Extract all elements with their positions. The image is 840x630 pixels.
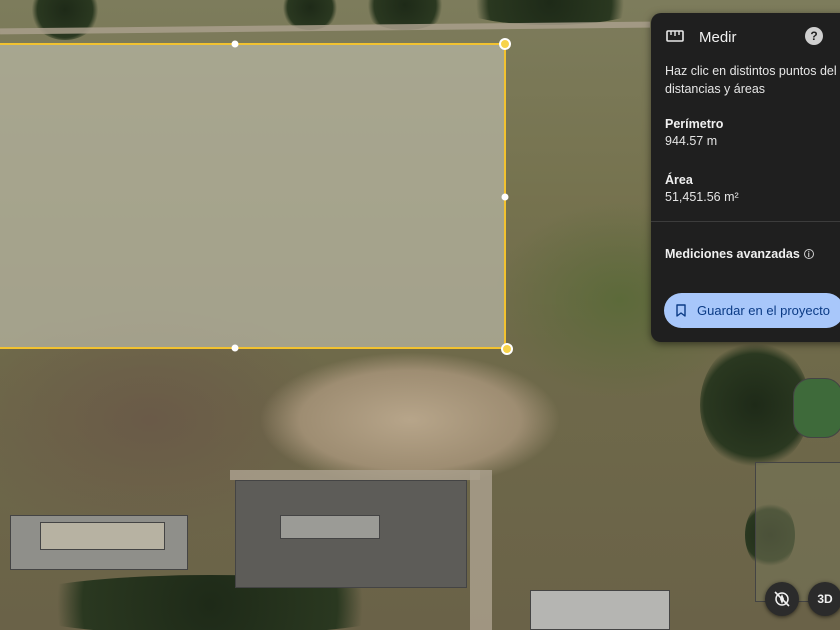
panel-title: Medir	[699, 29, 737, 46]
panel-divider	[651, 221, 840, 222]
compass-off-button[interactable]	[765, 582, 799, 616]
tree-cluster	[30, 0, 100, 40]
instructions-line: Haz clic en distintos puntos del m	[665, 64, 840, 78]
area-value: 51,451.56 m²	[665, 190, 739, 204]
perimeter-value: 944.57 m	[665, 134, 718, 148]
polygon-vertex[interactable]	[501, 343, 513, 355]
help-icon[interactable]: ?	[805, 27, 823, 45]
measured-area-polygon[interactable]	[0, 43, 506, 349]
area-label: Área	[665, 173, 693, 187]
field-fence	[755, 462, 840, 602]
dirt-road	[470, 470, 492, 630]
instructions-text: Haz clic en distintos puntos del m dista…	[665, 62, 840, 98]
advanced-measurements[interactable]: Mediciones avanzadas i	[665, 247, 814, 261]
measure-panel: Medir ? Haz clic en distintos puntos del…	[651, 13, 840, 342]
advanced-measurements-label: Mediciones avanzadas	[665, 247, 800, 261]
sports-field	[793, 378, 840, 438]
polygon-midpoint-handle[interactable]	[231, 40, 239, 48]
warehouse-roof	[280, 515, 380, 539]
polygon-vertex[interactable]	[499, 38, 511, 50]
enclosure-inner	[40, 522, 165, 550]
save-button-label: Guardar en el proyecto	[697, 303, 830, 318]
3d-toggle-button[interactable]: 3D	[808, 582, 840, 616]
save-to-project-button[interactable]: Guardar en el proyecto	[664, 293, 840, 328]
panel-header: Medir ?	[651, 13, 840, 61]
ruler-icon	[666, 30, 684, 42]
compass-off-icon	[774, 591, 790, 607]
instructions-line: distancias y áreas	[665, 82, 766, 96]
polygon-midpoint-handle[interactable]	[501, 193, 509, 201]
warehouse-roof	[530, 590, 670, 630]
perimeter-label: Perímetro	[665, 117, 724, 131]
info-icon[interactable]: i	[803, 249, 814, 259]
bookmark-icon	[676, 304, 686, 317]
polygon-midpoint-handle[interactable]	[231, 344, 239, 352]
3d-label: 3D	[817, 592, 833, 606]
dirt-road	[230, 470, 480, 480]
